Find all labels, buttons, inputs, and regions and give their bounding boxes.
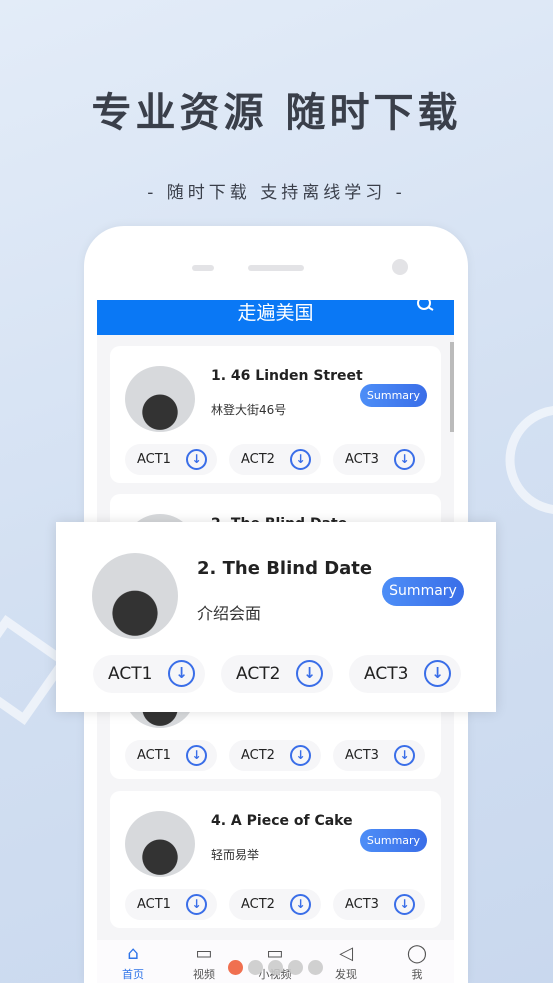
- act-button[interactable]: ACT3 ↓: [333, 740, 425, 771]
- act-button[interactable]: ACT1 ↓: [93, 655, 205, 693]
- act-label: ACT1: [137, 748, 171, 763]
- tab-label: 首页: [122, 968, 144, 981]
- download-icon[interactable]: ↓: [186, 449, 207, 470]
- lesson-thumbnail: [125, 366, 195, 432]
- act-button[interactable]: ACT1 ↓: [125, 740, 217, 771]
- act-button[interactable]: ACT3 ↓: [349, 655, 461, 693]
- act-label: ACT2: [241, 748, 275, 763]
- act-button[interactable]: ACT2 ↓: [229, 444, 321, 475]
- act-label: ACT1: [108, 664, 153, 684]
- act-button[interactable]: ACT2 ↓: [221, 655, 333, 693]
- act-label: ACT3: [345, 748, 379, 763]
- camera: [392, 259, 408, 275]
- act-button[interactable]: ACT2 ↓: [229, 889, 321, 920]
- pager-dot[interactable]: [308, 960, 323, 975]
- tab-user[interactable]: ◯ 我: [387, 940, 447, 982]
- download-icon[interactable]: ↓: [186, 894, 207, 915]
- act-label: ACT1: [137, 897, 171, 912]
- act-button[interactable]: ACT3 ↓: [333, 444, 425, 475]
- lesson-title[interactable]: 2. The Blind Date: [197, 558, 372, 579]
- download-icon[interactable]: ↓: [290, 894, 311, 915]
- tab-video[interactable]: ▭ 视频: [174, 940, 234, 982]
- compass-icon: ◁: [339, 943, 353, 964]
- speaker: [248, 265, 304, 271]
- act-button[interactable]: ACT3 ↓: [333, 889, 425, 920]
- user-icon: ◯: [406, 943, 428, 964]
- highlighted-card[interactable]: 2. The Blind Date 介绍会面 Summary ACT1 ↓ ACT2 ↓…: [56, 522, 496, 712]
- decor-ring: [505, 405, 553, 515]
- sensor: [192, 265, 214, 271]
- act-label: ACT2: [241, 897, 275, 912]
- pager-dot[interactable]: [268, 960, 283, 975]
- lesson-thumbnail: [92, 553, 178, 639]
- act-label: ACT3: [364, 664, 409, 684]
- lesson-subtitle: 介绍会面: [197, 604, 262, 623]
- act-label: ACT2: [236, 664, 281, 684]
- download-icon[interactable]: ↓: [394, 449, 415, 470]
- download-icon[interactable]: ↓: [424, 660, 451, 687]
- search-icon[interactable]: [416, 300, 434, 312]
- lesson-title[interactable]: 4. A Piece of Cake: [211, 813, 353, 829]
- lesson-card[interactable]: 1. 46 Linden Street 林登大街46号 Summary ACT1 ↓…: [110, 346, 441, 483]
- decor-square: [0, 615, 60, 725]
- lesson-card[interactable]: 4. A Piece of Cake 轻而易举 Summary ACT1 ↓ ACT2…: [110, 791, 441, 928]
- scrollbar[interactable]: [450, 342, 454, 432]
- pager-dot[interactable]: [228, 960, 243, 975]
- app-header: 走遍美国: [97, 300, 454, 335]
- download-icon[interactable]: ↓: [296, 660, 323, 687]
- summary-button[interactable]: Summary: [360, 829, 427, 852]
- download-icon[interactable]: ↓: [394, 894, 415, 915]
- act-label: ACT3: [345, 452, 379, 467]
- act-label: ACT1: [137, 452, 171, 467]
- tab-label: 发现: [335, 968, 357, 981]
- download-icon[interactable]: ↓: [168, 660, 195, 687]
- pager-dot[interactable]: [248, 960, 263, 975]
- download-icon[interactable]: ↓: [186, 745, 207, 766]
- act-button[interactable]: ACT1 ↓: [125, 889, 217, 920]
- download-icon[interactable]: ↓: [290, 449, 311, 470]
- home-icon: ⌂: [127, 943, 139, 964]
- act-button[interactable]: ACT2 ↓: [229, 740, 321, 771]
- tab-compass[interactable]: ◁ 发现: [316, 940, 376, 982]
- lesson-subtitle: 轻而易举: [211, 848, 260, 862]
- act-button[interactable]: ACT1 ↓: [125, 444, 217, 475]
- act-label: ACT2: [241, 452, 275, 467]
- lesson-thumbnail: [125, 811, 195, 877]
- tab-label: 我: [411, 968, 423, 981]
- act-label: ACT3: [345, 897, 379, 912]
- tab-home[interactable]: ⌂ 首页: [103, 940, 163, 982]
- promo-subline: - 随时下载 支持离线学习 -: [147, 183, 406, 203]
- promo-headline: 专业资源 随时下载: [91, 90, 462, 136]
- app-title: 走遍美国: [237, 302, 314, 324]
- video-icon: ▭: [195, 943, 213, 964]
- summary-button[interactable]: Summary: [360, 384, 427, 407]
- lesson-subtitle: 林登大街46号: [211, 403, 287, 417]
- pager-dot[interactable]: [288, 960, 303, 975]
- tab-label: 视频: [193, 968, 215, 981]
- download-icon[interactable]: ↓: [290, 745, 311, 766]
- download-icon[interactable]: ↓: [394, 745, 415, 766]
- lesson-title[interactable]: 1. 46 Linden Street: [211, 368, 363, 384]
- summary-button[interactable]: Summary: [382, 577, 464, 606]
